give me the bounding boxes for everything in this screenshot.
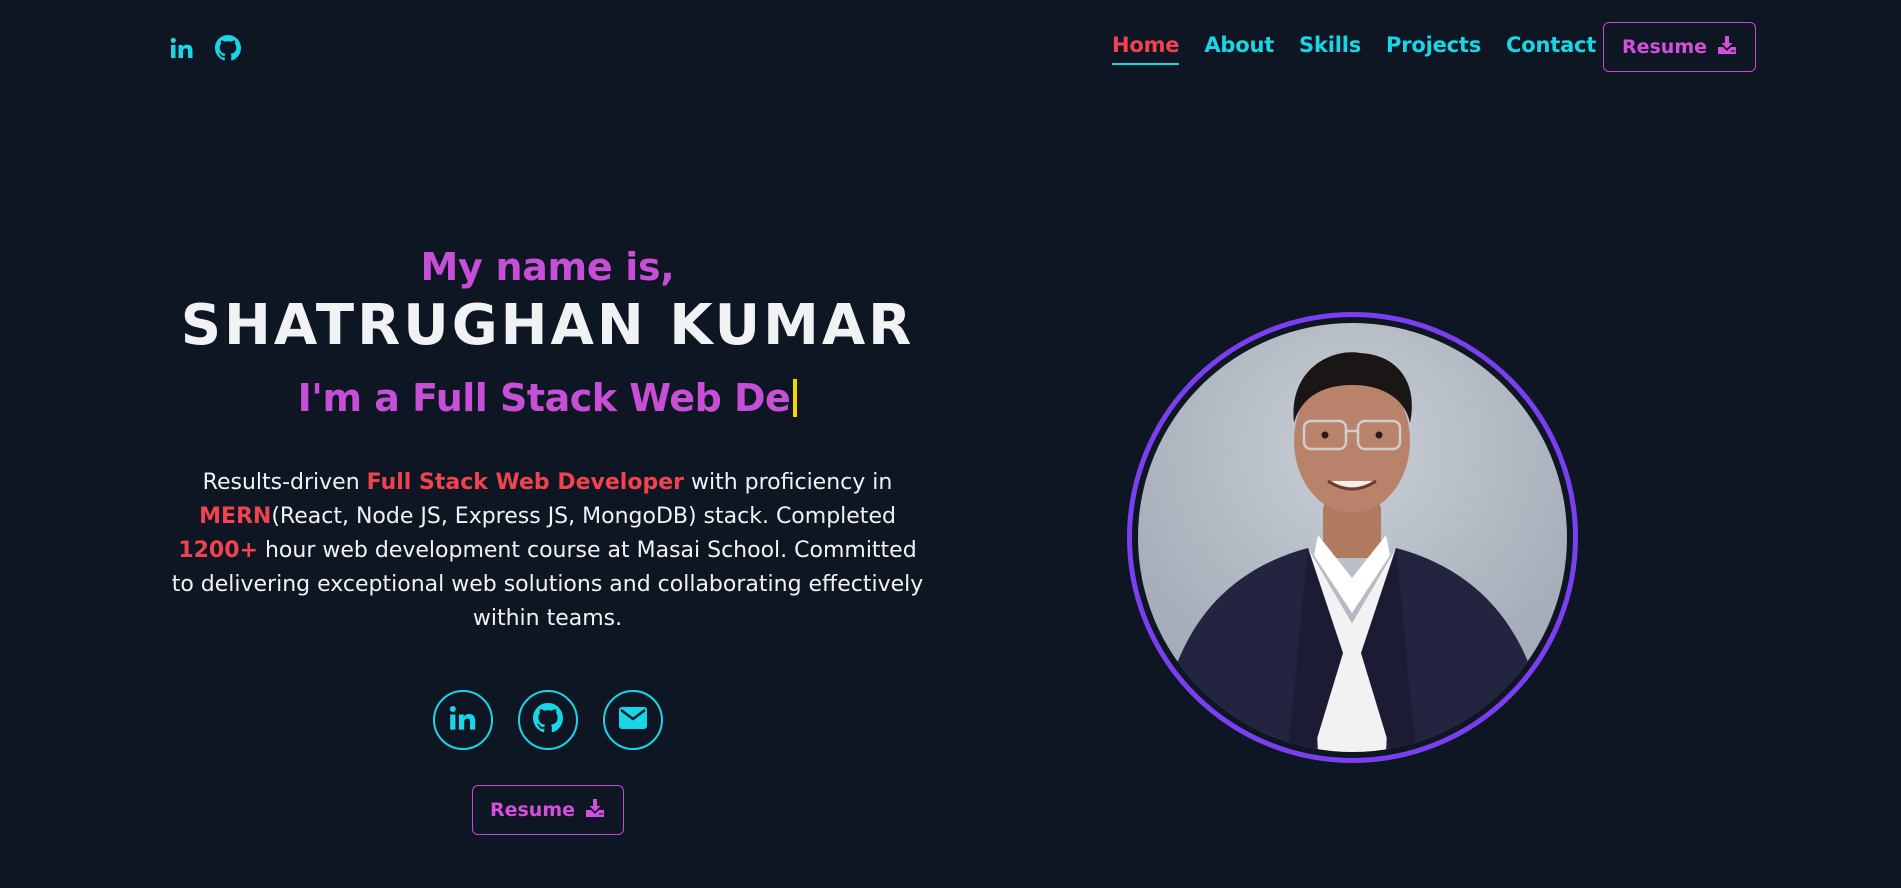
github-icon[interactable] [214,34,242,62]
envelope-icon [618,707,647,733]
email-link[interactable] [602,690,663,750]
typed-role: I'm a Full Stack Web De [298,376,798,420]
nav-link-home[interactable]: Home [1112,33,1180,65]
linkedin-icon[interactable] [168,34,196,62]
bio-text: (React, Node JS, Express JS, MongoDB) st… [271,504,896,529]
linkedin-link[interactable] [432,690,493,750]
github-link[interactable] [517,690,578,750]
hero-intro: My name is, SHATRUGHAN KUMAR I'm a Full … [160,245,935,835]
nav-link-contact[interactable]: Contact [1506,33,1596,61]
linkedin-icon [449,705,477,735]
github-icon [532,703,563,737]
hero-social-links [160,690,935,750]
resume-button-label: Resume [489,799,576,821]
download-icon [1717,35,1737,60]
bio-text: Results-driven [202,470,367,495]
bio-highlight-stack: MERN [199,504,272,529]
typed-role-text: I'm a Full Stack Web De [297,376,791,420]
nav-link-projects[interactable]: Projects [1386,33,1481,61]
typing-caret [793,379,798,417]
profile-portrait [1158,352,1548,752]
bio-highlight-role: Full Stack Web Developer [366,470,684,495]
navbar: Home About Skills Projects Contact Resum… [0,0,1901,94]
nav-resume-button[interactable]: Resume [1603,22,1756,72]
nav-link-about[interactable]: About [1204,33,1274,61]
hero-bio: Results-driven Full Stack Web Developer … [168,466,928,636]
nav-social-links [168,34,242,62]
resume-button-label: Resume [1621,36,1708,58]
profile-photo-frame [1127,312,1578,763]
bio-text: with proficiency in [683,470,893,495]
hero-resume-button[interactable]: Resume [471,785,624,835]
profile-photo [1138,323,1567,752]
nav-links: Home About Skills Projects Contact [1112,0,1621,94]
download-icon [585,798,605,823]
nav-link-skills[interactable]: Skills [1299,33,1361,61]
bio-highlight-hours: 1200+ [178,538,258,563]
intro-text: My name is, [420,245,675,289]
bio-text: hour web development course at Masai Sch… [171,538,924,631]
hero-name: SHATRUGHAN KUMAR [180,293,915,358]
